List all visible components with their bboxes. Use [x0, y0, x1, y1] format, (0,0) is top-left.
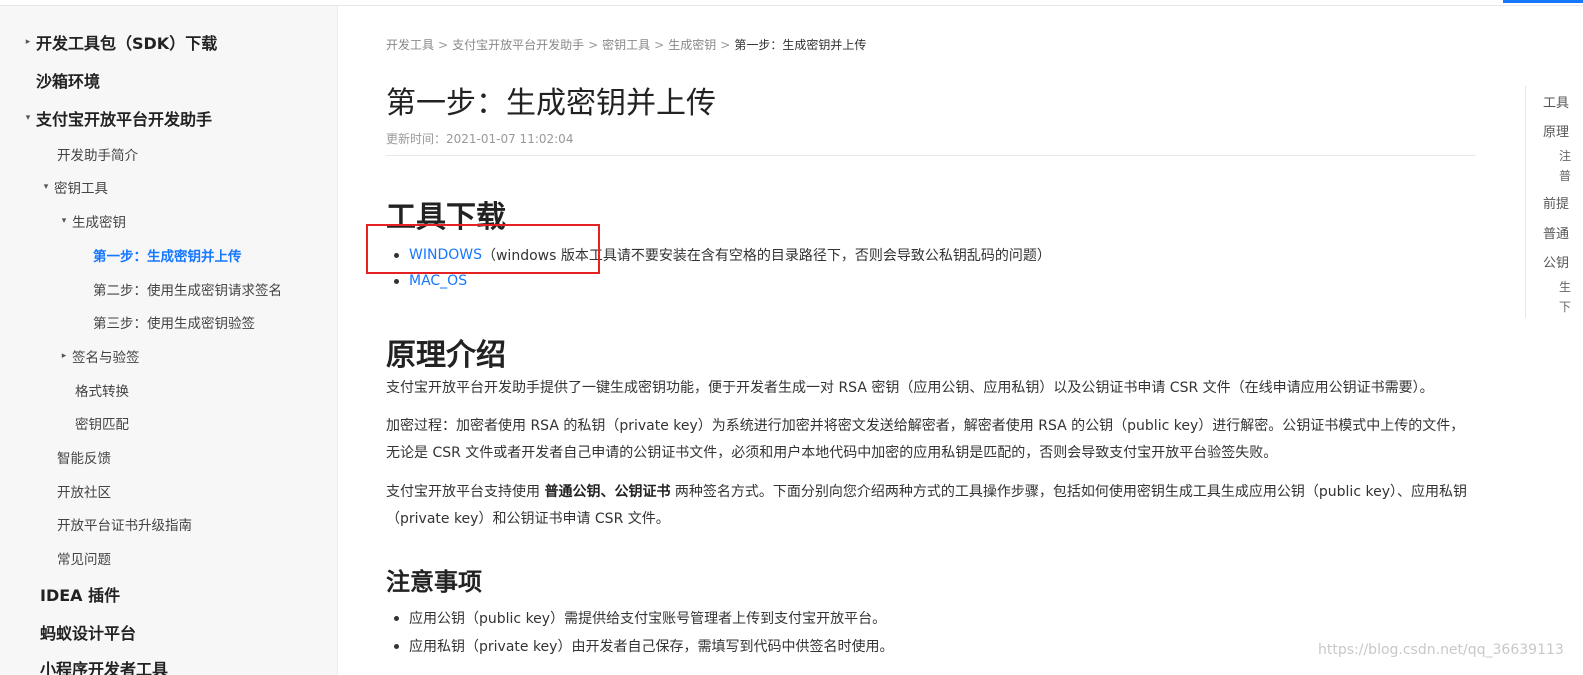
toc-item[interactable]: 公钥 — [1543, 252, 1569, 271]
toc-item[interactable]: 普 — [1559, 167, 1571, 184]
bullet-icon — [394, 278, 399, 284]
toc-item[interactable]: 注 — [1559, 147, 1571, 164]
sidebar-item-label: 蚂蚁设计平台 — [40, 624, 137, 643]
list-item: 应用公钥（public key）需提供给支付宝账号管理者上传到支付宝开放平台。 — [394, 608, 886, 628]
note-text: 应用私钥（private key）由开发者自己保存，需填写到代码中供签名时使用。 — [409, 639, 894, 655]
sidebar-item-generate-key[interactable]: ▾ 生成密钥 — [56, 211, 126, 231]
breadcrumb-link[interactable]: 支付宝开放平台开发助手 — [452, 38, 584, 52]
sidebar-item-sandbox[interactable]: 沙箱环境 — [36, 68, 100, 92]
bullet-icon — [394, 615, 399, 621]
sidebar-nav: ▸ 开发工具包（SDK）下载 沙箱环境 ▾ 支付宝开放平台开发助手 开发助手简介… — [0, 6, 338, 675]
list-item: 应用私钥（private key）由开发者自己保存，需填写到代码中供签名时使用。 — [394, 636, 893, 656]
macos-download-link[interactable]: MAC_OS — [409, 273, 467, 289]
sidebar-item-open-community[interactable]: 开放社区 — [57, 481, 111, 501]
breadcrumb-separator: > — [438, 38, 449, 52]
breadcrumb-separator: > — [720, 38, 731, 52]
breadcrumb-link[interactable]: 开发工具 — [386, 38, 434, 52]
principle-paragraph-1: 支付宝开放平台开发助手提供了一键生成密钥功能，便于开发者生成一对 RSA 密钥（… — [386, 380, 1434, 396]
toc-item[interactable]: 生 — [1559, 278, 1571, 295]
sidebar-item-label: IDEA 插件 — [40, 586, 121, 605]
sidebar-item-label: 开发助手简介 — [57, 148, 138, 164]
sidebar-item-label: 小程序开发者工具 — [40, 660, 169, 675]
sidebar-item-label: 第二步：使用生成密钥请求签名 — [93, 283, 282, 299]
sidebar-item-label: 第一步：生成密钥并上传 — [93, 249, 242, 265]
sidebar-item-step-three[interactable]: 第三步：使用生成密钥验签 — [93, 312, 255, 332]
sidebar-item-label: 开放社区 — [57, 485, 111, 501]
sidebar-item-key-match[interactable]: 密钥匹配 — [75, 413, 129, 433]
title-divider — [386, 155, 1476, 156]
text-segment: 支付宝开放平台支持使用 — [386, 484, 545, 500]
caret-down-icon: ▾ — [43, 182, 49, 192]
sidebar-item-label: 常见问题 — [57, 552, 111, 568]
main-content: 开发工具 > 支付宝开放平台开发助手 > 密钥工具 > 生成密钥 > 第一步：生成密钥并上传 第… — [338, 6, 1518, 675]
toc-item[interactable]: 工具 — [1543, 92, 1569, 111]
sidebar-item-label: 开发工具包（SDK）下载 — [36, 34, 218, 53]
sidebar-item-key-tools[interactable]: ▾ 密钥工具 — [38, 177, 108, 197]
toc-item[interactable]: 普通 — [1543, 223, 1569, 242]
breadcrumb-link[interactable]: 生成密钥 — [668, 38, 716, 52]
sidebar-item-label: 第三步：使用生成密钥验签 — [93, 316, 255, 332]
sidebar-item-step-one[interactable]: 第一步：生成密钥并上传 — [93, 245, 242, 265]
caret-right-icon: ▸ — [61, 351, 67, 361]
sidebar-item-label: 密钥工具 — [54, 181, 108, 197]
sidebar-item-cert-upgrade-guide[interactable]: 开放平台证书升级指南 — [57, 514, 192, 534]
sidebar-item-idea-plugin[interactable]: IDEA 插件 — [40, 582, 120, 606]
sidebar-item-step-two[interactable]: 第二步：使用生成密钥请求签名 — [93, 279, 282, 299]
sidebar-item-label: 生成密钥 — [72, 215, 126, 231]
breadcrumb-separator: > — [654, 38, 665, 52]
note-text: 应用公钥（public key）需提供给支付宝账号管理者上传到支付宝开放平台。 — [409, 611, 887, 627]
sidebar-item-format-convert[interactable]: 格式转换 — [75, 380, 129, 400]
principle-paragraph-3: 支付宝开放平台支持使用 普通公钥、公钥证书 两种签名方式。下面分别向您介绍两种方… — [386, 479, 1478, 533]
bullet-icon — [394, 643, 399, 649]
toc-item[interactable]: 前提 — [1543, 193, 1569, 212]
sidebar-item-label: 格式转换 — [75, 384, 129, 400]
toc-item[interactable]: 下 — [1559, 298, 1571, 315]
caret-right-icon: ▸ — [25, 37, 31, 47]
watermark: https://blog.csdn.net/qq_36639113 — [1318, 642, 1564, 658]
list-item: MAC_OS — [394, 273, 467, 289]
updated-time: 更新时间：2021-01-07 11:02:04 — [386, 132, 574, 146]
table-of-contents: 工具 原理 注 普 前提 普通 公钥 生 下 — [1525, 86, 1583, 318]
top-accent-bar — [1503, 0, 1583, 3]
sidebar-item-dev-assistant[interactable]: ▾ 支付宝开放平台开发助手 — [20, 106, 212, 130]
breadcrumb: 开发工具 > 支付宝开放平台开发助手 > 密钥工具 > 生成密钥 > 第一步：生成密钥并上传 — [386, 36, 866, 53]
sidebar-item-miniapp-devtools[interactable]: 小程序开发者工具 — [40, 656, 168, 675]
sidebar-item-ant-design[interactable]: 蚂蚁设计平台 — [40, 620, 136, 644]
bold-text: 普通公钥、公钥证书 — [544, 484, 671, 500]
breadcrumb-link[interactable]: 密钥工具 — [602, 38, 650, 52]
breadcrumb-separator: > — [588, 38, 599, 52]
sidebar-item-label: 沙箱环境 — [36, 72, 101, 91]
caret-down-icon: ▾ — [61, 216, 67, 226]
red-highlight-box — [366, 224, 600, 274]
sidebar-item-sdk-download[interactable]: ▸ 开发工具包（SDK）下载 — [20, 30, 217, 54]
sidebar-item-assistant-intro[interactable]: 开发助手简介 — [57, 144, 138, 164]
notes-heading: 注意事项 — [386, 568, 482, 596]
sidebar-item-faq[interactable]: 常见问题 — [57, 548, 111, 568]
sidebar-item-label: 支付宝开放平台开发助手 — [36, 110, 213, 129]
principle-paragraph-2: 加密过程：加密者使用 RSA 的私钥（private key）为系统进行加密并将… — [386, 418, 1465, 461]
principle-heading: 原理介绍 — [386, 338, 506, 373]
sidebar-item-sign-verify[interactable]: ▸ 签名与验签 — [56, 346, 140, 366]
page-title: 第一步：生成密钥并上传 — [386, 86, 716, 121]
sidebar-item-label: 签名与验签 — [72, 350, 140, 366]
breadcrumb-current: 第一步：生成密钥并上传 — [734, 38, 867, 52]
caret-down-icon: ▾ — [25, 113, 31, 123]
sidebar-item-label: 开放平台证书升级指南 — [57, 518, 192, 534]
sidebar-item-label: 智能反馈 — [57, 451, 111, 467]
sidebar-item-label: 密钥匹配 — [75, 417, 129, 433]
toc-item[interactable]: 原理 — [1543, 121, 1569, 140]
sidebar-item-smart-feedback[interactable]: 智能反馈 — [57, 447, 111, 467]
